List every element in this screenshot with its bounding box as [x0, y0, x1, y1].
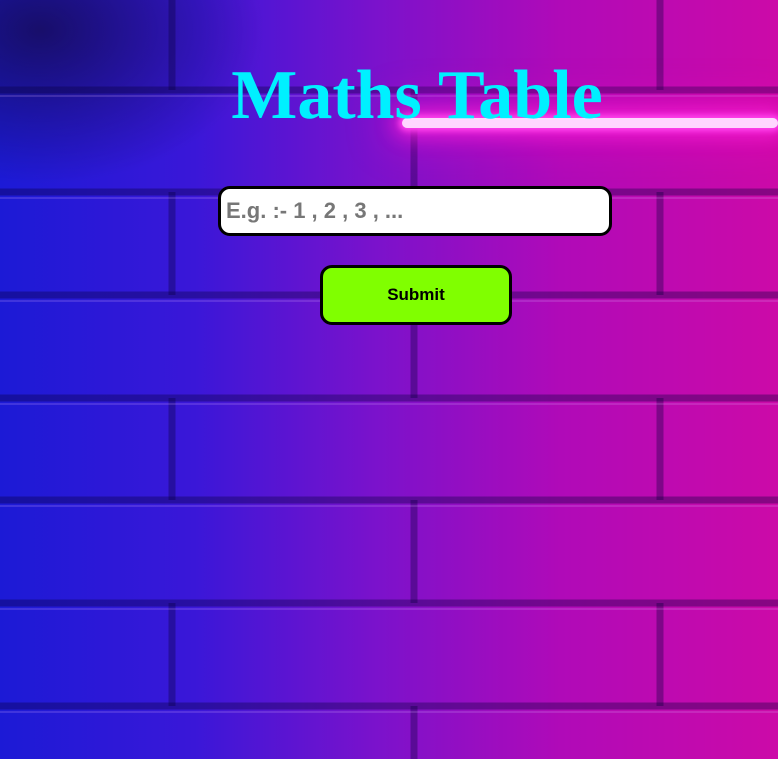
number-input[interactable] — [218, 186, 612, 236]
submit-button[interactable]: Submit — [320, 265, 512, 325]
page-title: Maths Table — [231, 57, 603, 134]
page: { "page": { "title": "Maths Table" }, "f… — [0, 0, 778, 759]
